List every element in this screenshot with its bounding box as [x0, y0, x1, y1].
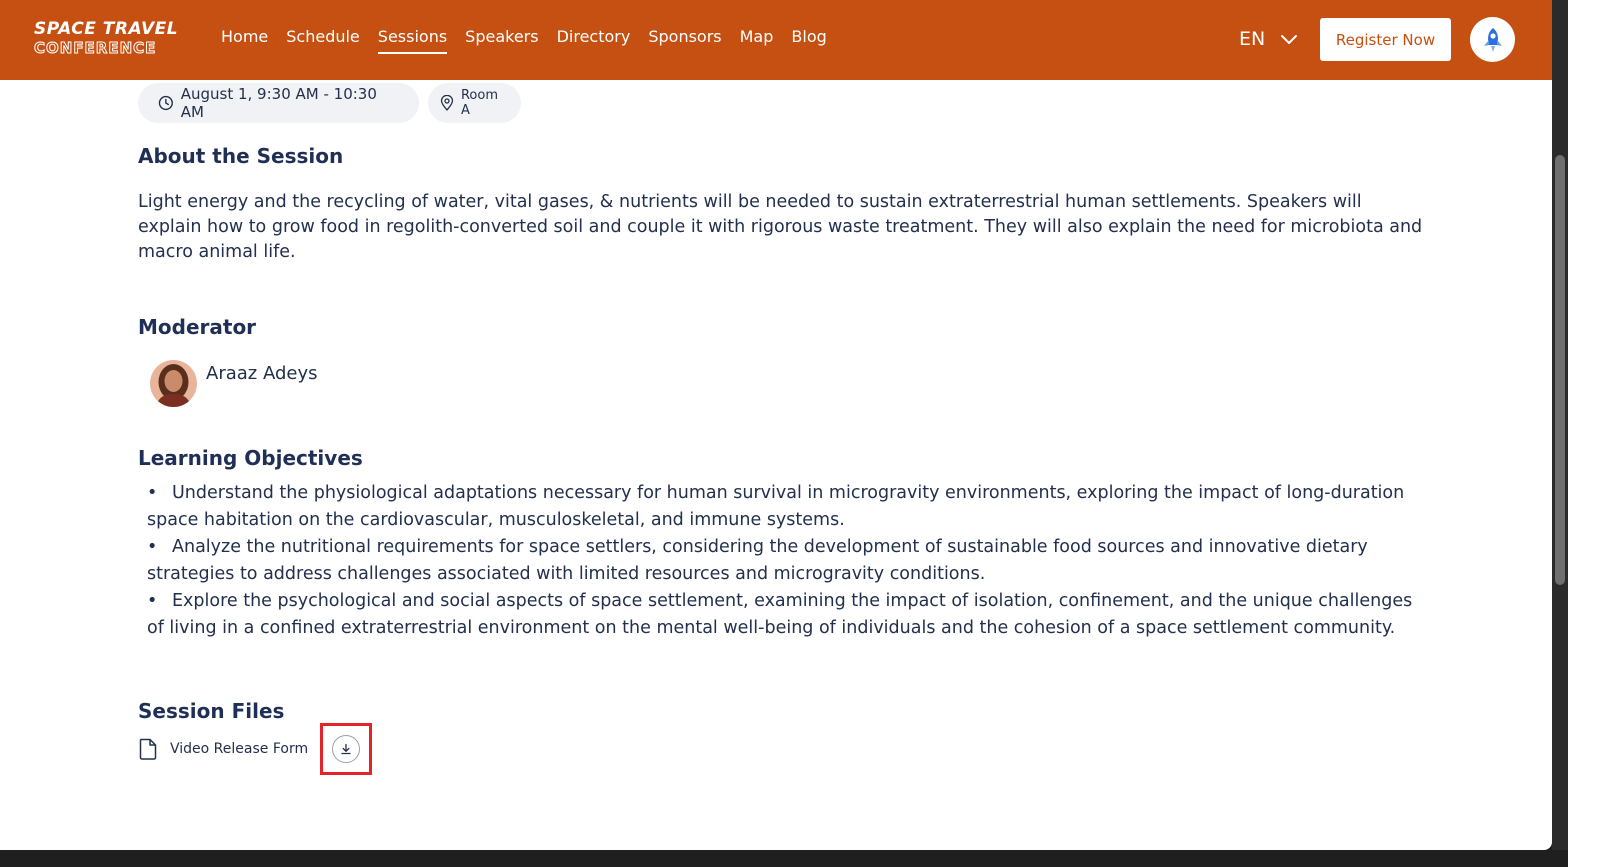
learning-objectives-list: • Understand the physiological adaptation…: [147, 480, 1417, 642]
about-session-text: Light energy and the recycling of water,…: [138, 192, 1423, 262]
learning-objectives-heading: Learning Objectives: [138, 446, 363, 470]
clock-icon: [158, 95, 173, 111]
download-button[interactable]: [332, 735, 360, 763]
scrollbar-thumb[interactable]: [1555, 155, 1565, 585]
language-label: EN: [1239, 28, 1266, 50]
page-viewport: Space Travel Conference Home Schedule Se…: [0, 0, 1552, 850]
nav-speakers[interactable]: Speakers: [465, 27, 538, 54]
user-avatar[interactable]: [1470, 17, 1515, 62]
location-pin-icon: [440, 95, 454, 111]
nav-blog[interactable]: Blog: [791, 27, 826, 54]
rocket-avatar-icon: [1483, 27, 1502, 52]
top-navigation-bar: Space Travel Conference Home Schedule Se…: [0, 0, 1552, 80]
chevron-down-icon: [1281, 35, 1298, 44]
moderator-heading: Moderator: [138, 315, 257, 339]
download-highlight: [320, 723, 372, 775]
nav-schedule[interactable]: Schedule: [286, 27, 360, 54]
nav-sponsors[interactable]: Sponsors: [648, 27, 721, 54]
register-now-button[interactable]: Register Now: [1320, 18, 1451, 61]
objective-item: • Analyze the nutritional requirements fo…: [147, 537, 1368, 584]
nav-sessions[interactable]: Sessions: [377, 27, 448, 54]
main-nav: Home Schedule Sessions Speakers Director…: [221, 27, 845, 54]
session-time: August 1, 9:30 AM - 10:30 AM: [180, 85, 377, 121]
session-room: Room A: [460, 88, 499, 118]
language-selector[interactable]: EN: [1239, 28, 1299, 50]
site-logo[interactable]: Space Travel Conference: [33, 19, 186, 60]
logo-line-1: Space Travel: [34, 19, 179, 39]
moderator-avatar[interactable]: [150, 360, 197, 407]
file-item: Video Release Form: [138, 738, 308, 760]
nav-map[interactable]: Map: [740, 27, 774, 54]
objective-text: Explore the psychological and social asp…: [147, 591, 1413, 638]
objective-item: • Understand the physiological adaptation…: [147, 483, 1405, 530]
moderator-photo: [150, 360, 197, 407]
objective-item: • Explore the psychological and social as…: [147, 591, 1413, 638]
objective-text: Analyze the nutritional requirements for…: [147, 537, 1368, 584]
moderator-name[interactable]: Araaz Adeys: [206, 363, 317, 384]
logo-line-2: Conference: [33, 39, 157, 57]
objective-text: Understand the physiological adaptations…: [147, 483, 1405, 530]
window-edge: [1568, 0, 1600, 867]
nav-directory[interactable]: Directory: [557, 27, 631, 54]
nav-home[interactable]: Home: [221, 27, 268, 54]
vertical-scrollbar[interactable]: [1552, 0, 1568, 850]
about-session-heading: About the Session: [138, 144, 344, 168]
session-room-chip: Room A: [428, 83, 521, 123]
session-time-chip: August 1, 9:30 AM - 10:30 AM: [138, 83, 419, 123]
download-icon: [341, 743, 351, 755]
session-files-heading: Session Files: [138, 699, 285, 723]
file-name[interactable]: Video Release Form: [170, 741, 308, 757]
document-icon: [139, 738, 157, 760]
